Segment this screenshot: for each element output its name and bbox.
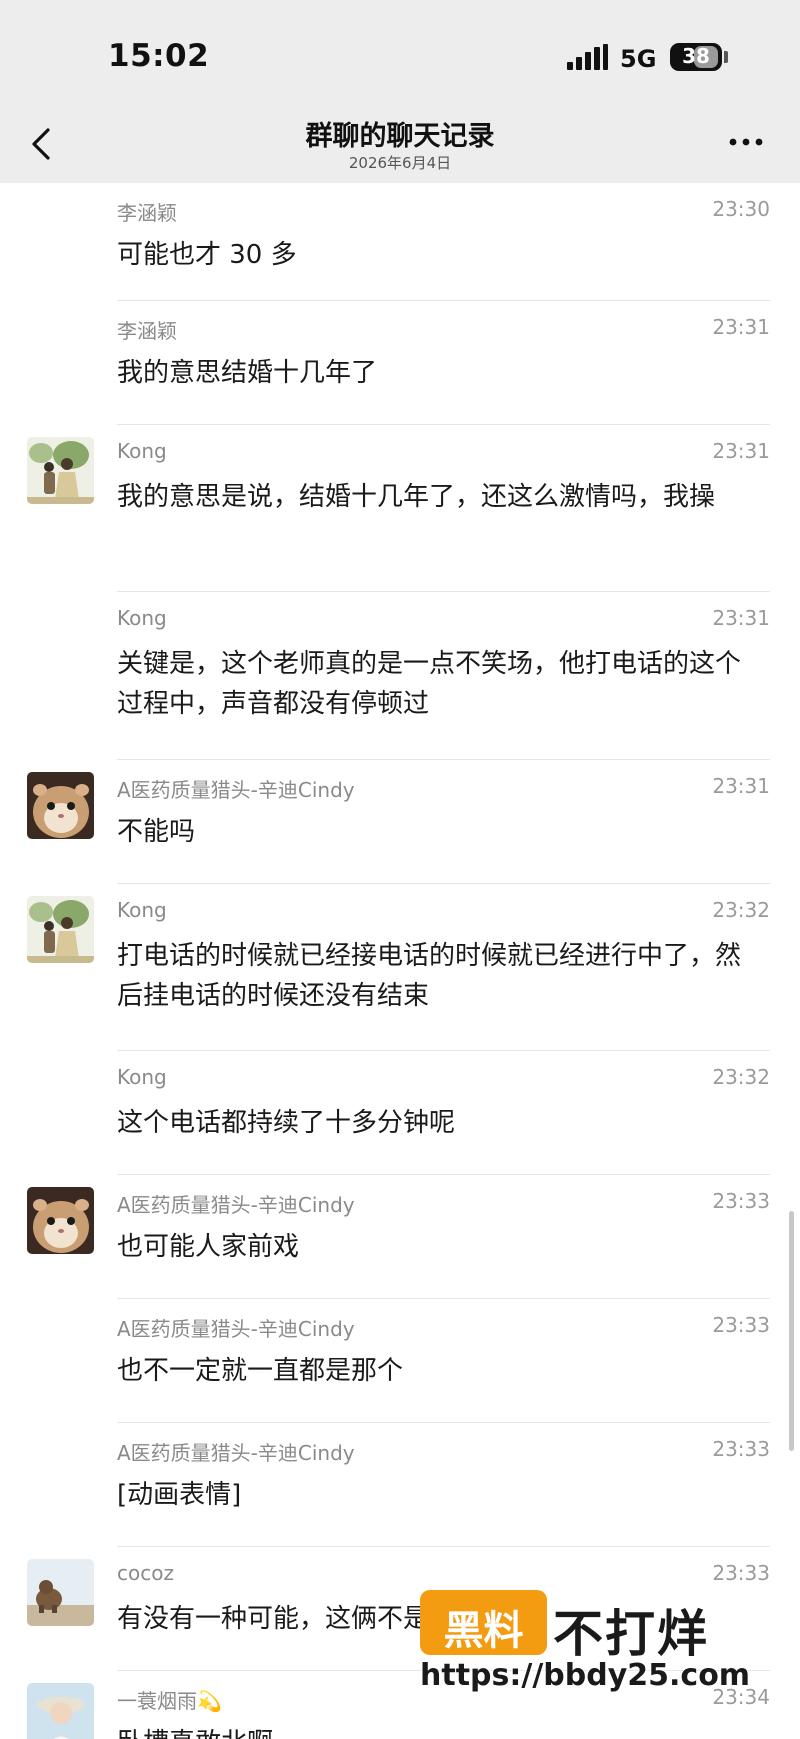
battery-tip xyxy=(724,51,728,63)
message-time: 23:31 xyxy=(712,439,770,463)
message-time: 23:30 xyxy=(712,197,770,221)
sender-name: Kong xyxy=(117,1065,167,1089)
sender-name: A医药质量猎头-辛迪Cindy xyxy=(117,1193,355,1217)
message-time: 23:32 xyxy=(712,898,770,922)
list-item: 李涵颖 23:31 我的意思结婚十几年了 xyxy=(0,301,800,425)
message-text: 我的意思是说，结婚十几年了，还这么激情吗，我操 xyxy=(117,482,716,512)
avatar[interactable] xyxy=(27,1187,94,1254)
sender-name: A医药质量猎头-辛迪Cindy xyxy=(117,1441,355,1465)
list-item: A医药质量猎头-辛迪Cindy 23:33 [动画表情] xyxy=(0,1423,800,1547)
message-time: 23:33 xyxy=(712,1437,770,1461)
watermark-logo: 黑料 xyxy=(420,1590,547,1655)
list-item: A医药质量猎头-辛迪Cindy 23:31 不能吗 xyxy=(0,760,800,884)
status-bar: 15:02 5G 38 xyxy=(0,0,800,110)
list-item: A医药质量猎头-辛迪Cindy 23:33 也可能人家前戏 xyxy=(0,1175,800,1299)
message-text: 打电话的时候就已经接电话的时候就已经进行中了，然后挂电话的时候还没有结束 xyxy=(117,941,742,1011)
avatar[interactable] xyxy=(27,896,94,963)
avatar[interactable] xyxy=(27,772,94,839)
network-type: 5G xyxy=(620,45,657,73)
sender-name: Kong xyxy=(117,606,167,630)
message-time: 23:32 xyxy=(712,1065,770,1089)
list-item: A医药质量猎头-辛迪Cindy 23:33 也不一定就一直都是那个 xyxy=(0,1299,800,1423)
avatar[interactable] xyxy=(27,1683,94,1739)
avatar[interactable] xyxy=(27,437,94,504)
message-time: 23:31 xyxy=(712,606,770,630)
message-time: 23:33 xyxy=(712,1561,770,1585)
sender-name: cocoz xyxy=(117,1561,174,1585)
signal-strength-icon xyxy=(567,44,609,70)
more-icon[interactable] xyxy=(725,134,767,150)
watermark: 黑料 不打烊 https://bbdy25.com xyxy=(420,1590,770,1693)
message-list[interactable]: 李涵颖 23:30 可能也才 30 多 李涵颖 23:31 我的意思结婚十几年了… xyxy=(0,183,800,1739)
message-text: 我的意思结婚十几年了 xyxy=(117,358,378,388)
watermark-logo-text: 黑料 xyxy=(443,1608,524,1654)
list-item: Kong 23:32 这个电话都持续了十多分钟呢 xyxy=(0,1051,800,1175)
clock: 15:02 xyxy=(108,38,210,74)
battery-percent: 38 xyxy=(682,44,710,68)
page-title: 群聊的聊天记录 xyxy=(305,121,495,152)
page-date: 2026年6月4日 xyxy=(348,154,452,172)
avatar[interactable] xyxy=(27,1559,94,1626)
message-time: 23:33 xyxy=(712,1189,770,1213)
sender-name: 一蓑烟雨💫 xyxy=(117,1689,222,1713)
scrollbar[interactable] xyxy=(789,1211,794,1451)
message-time: 23:31 xyxy=(712,774,770,798)
sender-name: Kong xyxy=(117,898,167,922)
message-time: 23:31 xyxy=(712,315,770,339)
message-text: 可能也才 30 多 xyxy=(117,240,297,270)
message-text: 卧槽真敢北啊 xyxy=(117,1723,762,1739)
sender-name: 李涵颖 xyxy=(117,201,177,225)
message-text: 关键是，这个老师真的是一点不笑场，他打电话的这个过程中，声音都没有停顿过 xyxy=(117,649,742,719)
sender-name: 李涵颖 xyxy=(117,319,177,343)
message-text: 也不一定就一直都是那个 xyxy=(117,1356,404,1386)
battery-icon: 38 xyxy=(670,43,722,71)
sender-name: A医药质量猎头-辛迪Cindy xyxy=(117,778,355,802)
watermark-url: https://bbdy25.com xyxy=(420,1658,751,1693)
list-item: 李涵颖 23:30 可能也才 30 多 xyxy=(0,183,800,301)
message-time: 23:33 xyxy=(712,1313,770,1337)
list-item: Kong 23:32 打电话的时候就已经接电话的时候就已经进行中了，然后挂电话的… xyxy=(0,884,800,1051)
watermark-brand: 不打烊 xyxy=(553,1605,709,1663)
sender-name: A医药质量猎头-辛迪Cindy xyxy=(117,1317,355,1341)
message-text: 不能吗 xyxy=(117,817,196,847)
message-text: 也可能人家前戏 xyxy=(117,1232,300,1262)
sender-name: Kong xyxy=(117,439,167,463)
list-item: Kong 23:31 我的意思是说，结婚十几年了，还这么激情吗，我操 xyxy=(0,425,800,592)
nav-bar: 群聊的聊天记录 2026年6月4日 xyxy=(0,110,800,183)
message-text: [动画表情] xyxy=(117,1480,242,1510)
message-text: 这个电话都持续了十多分钟呢 xyxy=(117,1108,456,1138)
list-item: Kong 23:31 关键是，这个老师真的是一点不笑场，他打电话的这个过程中，声… xyxy=(0,592,800,760)
